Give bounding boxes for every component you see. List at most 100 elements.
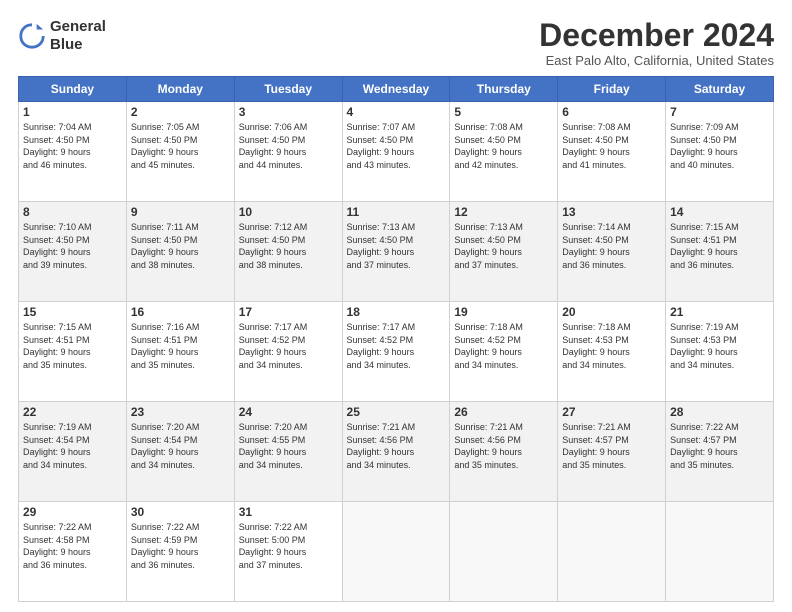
table-row: 18 Sunrise: 7:17 AM Sunset: 4:52 PM Dayli… xyxy=(342,302,450,402)
day-content: Sunrise: 7:12 AM Sunset: 4:50 PM Dayligh… xyxy=(239,221,338,271)
day-number: 29 xyxy=(23,505,122,519)
table-row: 10Sunrise: 7:12 AM Sunset: 4:50 PM Dayli… xyxy=(234,202,342,302)
table-row: 14Sunrise: 7:15 AM Sunset: 4:51 PM Dayli… xyxy=(666,202,774,302)
day-number: 1 xyxy=(23,105,122,119)
day-number: 4 xyxy=(347,105,446,119)
calendar-week-row: 1Sunrise: 7:04 AM Sunset: 4:50 PM Daylig… xyxy=(19,102,774,202)
table-row xyxy=(342,502,450,602)
col-sunday: Sunday xyxy=(19,77,127,102)
table-row: 8 Sunrise: 7:10 AM Sunset: 4:50 PM Daylig… xyxy=(19,202,127,302)
table-row: 2 Sunrise: 7:05 AM Sunset: 4:50 PM Daylig… xyxy=(126,102,234,202)
day-content: Sunrise: 7:22 AM Sunset: 5:00 PM Dayligh… xyxy=(239,521,338,571)
day-content: Sunrise: 7:15 AM Sunset: 4:51 PM Dayligh… xyxy=(23,321,122,371)
table-row: 6 Sunrise: 7:08 AM Sunset: 4:50 PM Daylig… xyxy=(558,102,666,202)
table-row: 7 Sunrise: 7:09 AM Sunset: 4:50 PM Daylig… xyxy=(666,102,774,202)
table-row: 12 Sunrise: 7:13 AM Sunset: 4:50 PM Dayli… xyxy=(450,202,558,302)
day-content: Sunrise: 7:15 AM Sunset: 4:51 PM Dayligh… xyxy=(670,221,769,271)
day-content: Sunrise: 7:19 AM Sunset: 4:53 PM Dayligh… xyxy=(670,321,769,371)
day-content: Sunrise: 7:13 AM Sunset: 4:50 PM Dayligh… xyxy=(347,221,446,271)
day-content: Sunrise: 7:09 AM Sunset: 4:50 PM Dayligh… xyxy=(670,121,769,171)
day-number: 17 xyxy=(239,305,338,319)
col-monday: Monday xyxy=(126,77,234,102)
day-content: Sunrise: 7:16 AM Sunset: 4:51 PM Dayligh… xyxy=(131,321,230,371)
table-row: 1Sunrise: 7:04 AM Sunset: 4:50 PM Daylig… xyxy=(19,102,127,202)
day-content: Sunrise: 7:22 AM Sunset: 4:57 PM Dayligh… xyxy=(670,421,769,471)
calendar-week-row: 15 Sunrise: 7:15 AM Sunset: 4:51 PM Dayli… xyxy=(19,302,774,402)
calendar-table: Sunday Monday Tuesday Wednesday Thursday… xyxy=(18,76,774,602)
header: General Blue December 2024 East Palo Alt… xyxy=(18,18,774,68)
day-number: 8 xyxy=(23,205,122,219)
calendar-week-row: 8 Sunrise: 7:10 AM Sunset: 4:50 PM Daylig… xyxy=(19,202,774,302)
col-friday: Friday xyxy=(558,77,666,102)
day-number: 26 xyxy=(454,405,553,419)
table-row: 19 Sunrise: 7:18 AM Sunset: 4:52 PM Dayli… xyxy=(450,302,558,402)
table-row: 26 Sunrise: 7:21 AM Sunset: 4:56 PM Dayli… xyxy=(450,402,558,502)
day-content: Sunrise: 7:08 AM Sunset: 4:50 PM Dayligh… xyxy=(454,121,553,171)
day-content: Sunrise: 7:07 AM Sunset: 4:50 PM Dayligh… xyxy=(347,121,446,171)
table-row: 17 Sunrise: 7:17 AM Sunset: 4:52 PM Dayli… xyxy=(234,302,342,402)
table-row: 3Sunrise: 7:06 AM Sunset: 4:50 PM Daylig… xyxy=(234,102,342,202)
day-number: 2 xyxy=(131,105,230,119)
day-number: 16 xyxy=(131,305,230,319)
table-row: 30Sunrise: 7:22 AM Sunset: 4:59 PM Dayli… xyxy=(126,502,234,602)
day-number: 9 xyxy=(131,205,230,219)
table-row: 25Sunrise: 7:21 AM Sunset: 4:56 PM Dayli… xyxy=(342,402,450,502)
day-number: 6 xyxy=(562,105,661,119)
day-content: Sunrise: 7:21 AM Sunset: 4:56 PM Dayligh… xyxy=(454,421,553,471)
table-row: 9 Sunrise: 7:11 AM Sunset: 4:50 PM Daylig… xyxy=(126,202,234,302)
day-number: 5 xyxy=(454,105,553,119)
day-number: 20 xyxy=(562,305,661,319)
day-number: 24 xyxy=(239,405,338,419)
day-content: Sunrise: 7:20 AM Sunset: 4:55 PM Dayligh… xyxy=(239,421,338,471)
table-row: 24 Sunrise: 7:20 AM Sunset: 4:55 PM Dayli… xyxy=(234,402,342,502)
day-number: 15 xyxy=(23,305,122,319)
day-content: Sunrise: 7:08 AM Sunset: 4:50 PM Dayligh… xyxy=(562,121,661,171)
day-content: Sunrise: 7:10 AM Sunset: 4:50 PM Dayligh… xyxy=(23,221,122,271)
month-title: December 2024 xyxy=(539,18,774,53)
calendar-header-row: Sunday Monday Tuesday Wednesday Thursday… xyxy=(19,77,774,102)
table-row: 31 Sunrise: 7:22 AM Sunset: 5:00 PM Dayli… xyxy=(234,502,342,602)
table-row: 15 Sunrise: 7:15 AM Sunset: 4:51 PM Dayli… xyxy=(19,302,127,402)
day-number: 21 xyxy=(670,305,769,319)
col-tuesday: Tuesday xyxy=(234,77,342,102)
day-content: Sunrise: 7:17 AM Sunset: 4:52 PM Dayligh… xyxy=(239,321,338,371)
day-content: Sunrise: 7:14 AM Sunset: 4:50 PM Dayligh… xyxy=(562,221,661,271)
day-number: 12 xyxy=(454,205,553,219)
col-wednesday: Wednesday xyxy=(342,77,450,102)
day-number: 23 xyxy=(131,405,230,419)
day-content: Sunrise: 7:11 AM Sunset: 4:50 PM Dayligh… xyxy=(131,221,230,271)
day-number: 22 xyxy=(23,405,122,419)
table-row: 27 Sunrise: 7:21 AM Sunset: 4:57 PM Dayli… xyxy=(558,402,666,502)
table-row: 11Sunrise: 7:13 AM Sunset: 4:50 PM Dayli… xyxy=(342,202,450,302)
day-content: Sunrise: 7:13 AM Sunset: 4:50 PM Dayligh… xyxy=(454,221,553,271)
day-number: 27 xyxy=(562,405,661,419)
day-content: Sunrise: 7:05 AM Sunset: 4:50 PM Dayligh… xyxy=(131,121,230,171)
logo-text: General Blue xyxy=(50,18,106,54)
day-content: Sunrise: 7:17 AM Sunset: 4:52 PM Dayligh… xyxy=(347,321,446,371)
table-row xyxy=(666,502,774,602)
table-row: 20 Sunrise: 7:18 AM Sunset: 4:53 PM Dayli… xyxy=(558,302,666,402)
day-number: 7 xyxy=(670,105,769,119)
day-content: Sunrise: 7:18 AM Sunset: 4:52 PM Dayligh… xyxy=(454,321,553,371)
day-content: Sunrise: 7:06 AM Sunset: 4:50 PM Dayligh… xyxy=(239,121,338,171)
table-row: 13 Sunrise: 7:14 AM Sunset: 4:50 PM Dayli… xyxy=(558,202,666,302)
day-number: 28 xyxy=(670,405,769,419)
logo-icon xyxy=(18,22,46,50)
logo: General Blue xyxy=(18,18,106,54)
col-saturday: Saturday xyxy=(666,77,774,102)
table-row xyxy=(558,502,666,602)
day-content: Sunrise: 7:22 AM Sunset: 4:58 PM Dayligh… xyxy=(23,521,122,571)
day-content: Sunrise: 7:21 AM Sunset: 4:57 PM Dayligh… xyxy=(562,421,661,471)
col-thursday: Thursday xyxy=(450,77,558,102)
table-row: 4 Sunrise: 7:07 AM Sunset: 4:50 PM Daylig… xyxy=(342,102,450,202)
calendar-week-row: 29 Sunrise: 7:22 AM Sunset: 4:58 PM Dayli… xyxy=(19,502,774,602)
day-number: 19 xyxy=(454,305,553,319)
day-number: 31 xyxy=(239,505,338,519)
day-number: 18 xyxy=(347,305,446,319)
table-row: 23Sunrise: 7:20 AM Sunset: 4:54 PM Dayli… xyxy=(126,402,234,502)
day-content: Sunrise: 7:22 AM Sunset: 4:59 PM Dayligh… xyxy=(131,521,230,571)
day-number: 13 xyxy=(562,205,661,219)
day-content: Sunrise: 7:18 AM Sunset: 4:53 PM Dayligh… xyxy=(562,321,661,371)
day-content: Sunrise: 7:19 AM Sunset: 4:54 PM Dayligh… xyxy=(23,421,122,471)
table-row: 28 Sunrise: 7:22 AM Sunset: 4:57 PM Dayli… xyxy=(666,402,774,502)
